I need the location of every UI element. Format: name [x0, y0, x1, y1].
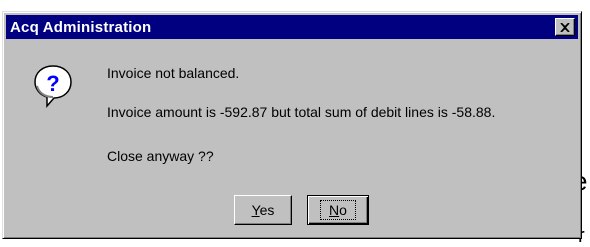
- message-line-2: Invoice amount is -592.87 but total sum …: [107, 104, 496, 120]
- svg-text:?: ?: [46, 71, 59, 96]
- yes-button-label: Yes: [251, 202, 275, 218]
- close-icon: [560, 22, 570, 32]
- close-button[interactable]: [555, 18, 575, 36]
- no-button[interactable]: No: [307, 195, 369, 225]
- yes-button[interactable]: Yes: [234, 195, 292, 225]
- message-line-1: Invoice not balanced.: [107, 65, 240, 81]
- message-dialog: Acq Administration ? Invoice not balance…: [2, 11, 582, 239]
- window-title: Acq Administration: [10, 18, 152, 36]
- message-line-3: Close anyway ??: [107, 148, 214, 164]
- no-button-label: No: [320, 200, 356, 220]
- title-bar[interactable]: Acq Administration: [6, 15, 578, 39]
- question-icon: ?: [34, 65, 72, 108]
